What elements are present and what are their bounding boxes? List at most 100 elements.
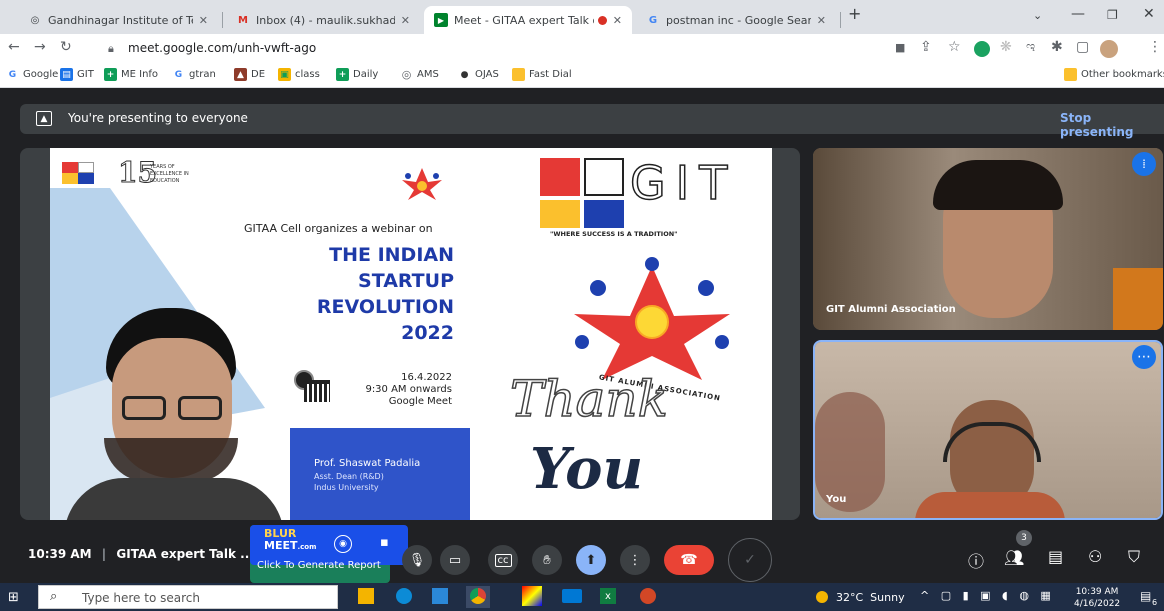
alumni-association-logo (574, 257, 730, 380)
more-options-icon[interactable]: ⋯ (1132, 345, 1156, 369)
tab-search-icon[interactable]: ⌄ (1033, 9, 1042, 22)
leave-call-button[interactable]: ☎︎ (664, 545, 714, 575)
extensions-puzzle-icon[interactable]: ✱ (1051, 39, 1063, 55)
bookmark-label: Other bookmarks (1081, 69, 1164, 80)
webinar-title: THE INDIAN STARTUP REVOLUTION 2022 (260, 242, 454, 346)
blur-settings-icon[interactable]: ◉ (334, 535, 352, 553)
more-vertical-icon: ⋮ (628, 552, 642, 568)
reload-icon[interactable]: ↻ (60, 39, 72, 55)
star-icon[interactable]: ☆ (948, 39, 961, 55)
present-button[interactable]: ⬆ (576, 545, 606, 575)
meeting-info: 10:39 AM | GITAA expert Talk ... (28, 547, 254, 561)
paint-icon[interactable] (522, 586, 542, 606)
folder-icon: ▮ (1064, 68, 1077, 81)
check-button[interactable]: ✓ (728, 538, 772, 582)
blurmeet-logo[interactable]: BLUR MEET.com (264, 528, 316, 553)
extension-grid-icon[interactable]: ❋ (1000, 39, 1012, 55)
participant-name: GIT Alumni Association (826, 304, 956, 315)
bookmark-fast-dial[interactable]: ▮ Fast Dial (512, 68, 572, 81)
tab-gandhinagar[interactable]: ◎ Gandhinagar Institute of Technol ✕ (18, 6, 218, 34)
git-logo: GIT (540, 157, 750, 228)
alumni-small-logo (402, 168, 442, 200)
menu-kebab-icon[interactable]: ⋮ (1148, 39, 1162, 55)
bookmark-git[interactable]: ▤ GIT (60, 68, 94, 81)
edge-icon[interactable] (396, 588, 412, 604)
hand-icon: ✋︎ (543, 552, 551, 568)
generate-report-button[interactable]: Click To Generate Report (257, 560, 381, 571)
speaker-title: Asst. Dean (R&D) (314, 472, 384, 481)
windows-start-icon[interactable]: ⊞ (8, 590, 19, 605)
bookmark-ojas[interactable]: ● OJAS (458, 68, 499, 81)
bookmark-daily[interactable]: + Daily (336, 68, 378, 81)
audio-level-icon: ⁞ (1132, 152, 1156, 176)
restore-icon[interactable]: ❐ (1107, 8, 1118, 22)
bookmark-me-info[interactable]: + ME Info (104, 68, 158, 81)
back-icon[interactable]: ← (8, 39, 20, 55)
participant-tile-git-alumni[interactable] (813, 148, 1163, 330)
meeting-time: 10:39 AM (28, 547, 92, 561)
new-tab-icon[interactable]: + (848, 4, 861, 23)
present-icon: ⬆ (585, 552, 597, 568)
stop-presenting-button[interactable]: Stop presenting (1060, 111, 1164, 139)
share-icon[interactable]: ⇪ (920, 39, 932, 55)
event-details: 16.4.2022 9:30 AM onwards Google Meet (340, 372, 452, 408)
speaker-name: Prof. Shaswat Padalia (314, 458, 421, 469)
store-icon[interactable] (432, 588, 448, 604)
weather-text[interactable]: 32°C Sunny (836, 591, 905, 604)
camera-button[interactable]: ▭ (440, 545, 470, 575)
tab-google-search[interactable]: G postman inc - Google Search ✕ (636, 6, 836, 34)
mail-icon[interactable] (562, 589, 582, 603)
google-icon: G (648, 14, 658, 26)
more-options-button[interactable]: ⋮ (620, 545, 650, 575)
people-icon[interactable]: 👥︎ (1004, 548, 1024, 567)
title-line-2: STARTUP (358, 270, 454, 292)
tab-title: postman inc - Google Search (666, 13, 811, 27)
mic-button[interactable]: 🎙︎ (402, 545, 432, 575)
search-placeholder[interactable]: Type here to search (82, 591, 200, 605)
bookmark-de[interactable]: ▲ DE (234, 68, 265, 81)
extension-icon[interactable]: ಇ (1026, 39, 1035, 55)
system-tray-icons[interactable]: ^ ▢ ▮ ▣ ◖ ◍ ▦ (920, 589, 1055, 602)
bookmark-gtran[interactable]: Ggtran (172, 68, 216, 81)
extension-green-icon[interactable] (974, 41, 990, 57)
file-explorer-icon[interactable] (358, 588, 374, 604)
side-panel-icon[interactable]: ▢ (1076, 39, 1089, 55)
forward-icon[interactable]: → (34, 39, 46, 55)
bookmark-google[interactable]: G Google (6, 68, 58, 81)
raise-hand-button[interactable]: ✋︎ (532, 545, 562, 575)
close-icon[interactable]: ✕ (401, 14, 410, 27)
tab-inbox[interactable]: M Inbox (4) - maulik.sukhadiya@git ✕ (226, 6, 420, 34)
powerpoint-icon[interactable] (640, 588, 656, 604)
profile-avatar[interactable] (1100, 40, 1118, 58)
you-text: You (530, 436, 644, 502)
activities-icon[interactable]: ⚇ (1088, 547, 1102, 566)
host-controls-icon[interactable]: ⛉ (1128, 547, 1140, 567)
bookmark-class[interactable]: ▣ class (278, 68, 320, 81)
close-icon[interactable]: ✕ (199, 14, 208, 27)
participant-tile-you[interactable] (813, 340, 1163, 520)
captions-button[interactable]: cc (488, 545, 518, 575)
chat-bubble-icon[interactable]: ▪ (380, 535, 389, 550)
other-bookmarks[interactable]: ▮ Other bookmarks (1064, 68, 1164, 81)
chat-icon[interactable]: ▤ (1048, 547, 1063, 566)
close-icon[interactable]: ✕ (613, 14, 622, 27)
window-close-icon[interactable]: ✕ (1143, 6, 1155, 22)
taskbar-clock[interactable]: 10:39 AM 4/16/2022 (1074, 586, 1120, 610)
url-text[interactable]: meet.google.com/unh-vwft-ago (128, 41, 316, 55)
years-text: YEARS OF (150, 164, 175, 170)
camera-icon[interactable]: ■ (895, 41, 905, 54)
clock-date: 4/16/2022 (1074, 599, 1121, 609)
excel-icon[interactable]: x (600, 588, 616, 604)
bookmark-label: GIT (77, 69, 94, 80)
close-icon[interactable]: ✕ (817, 14, 826, 27)
people-count-badge: 3 (1016, 530, 1032, 546)
info-icon[interactable]: ⓘ (968, 548, 984, 572)
years-caption: YEARS OF EXCELLENCE IN EDUCATION (150, 164, 189, 185)
notification-icon[interactable]: ▤ (1140, 589, 1151, 603)
bookmark-label: gtran (189, 69, 216, 80)
minimize-icon[interactable]: — (1071, 6, 1085, 22)
tab-meet[interactable]: ▶ Meet - GITAA expert Talk on ✕ (424, 6, 632, 34)
google-icon: G (8, 69, 17, 80)
participant-name: You (826, 494, 847, 505)
bookmark-ams[interactable]: ◎ AMS (400, 68, 439, 81)
